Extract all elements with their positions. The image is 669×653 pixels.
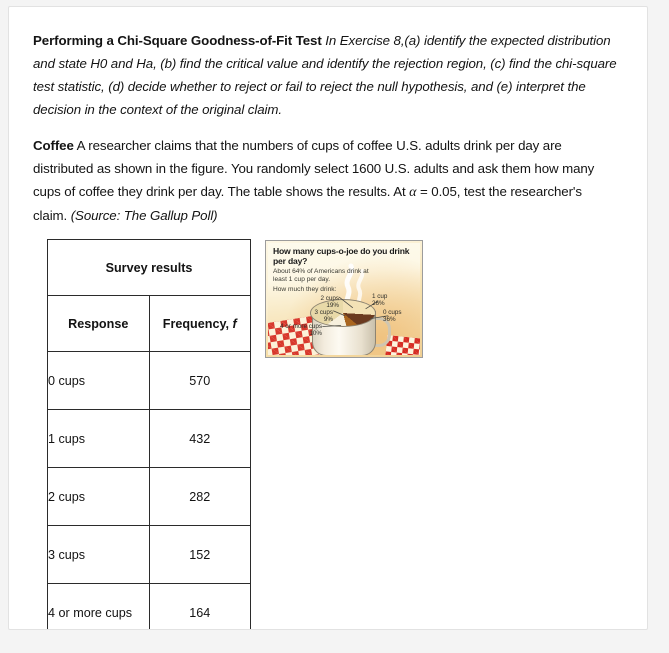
cell-frequency-3: 152 [148,525,251,584]
pie-label-2-cups: 2 cups 19% [295,295,339,310]
coffee-problem-lead: Coffee [33,138,74,153]
pie-label-3-cups: 3 cups 9% [289,309,333,324]
coffee-problem-paragraph: Coffee A researcher claims that the numb… [33,134,608,227]
table-title-row: Survey results [47,239,251,296]
infographic-inner: How many cups-o-joe do you drink per day… [268,243,420,355]
pie-label-0-cups-value: 36% [383,316,396,324]
column-header-frequency-text: Frequency, [162,316,233,331]
cell-response-3: 3 cups [47,525,150,584]
figure-row: Survey results Response Frequency, f 0 c… [33,239,633,629]
pie-label-1-cup-name: 1 cup [372,293,388,300]
pie-label-3-cups-name: 3 cups [314,309,333,316]
coffee-problem-source: (Source: The Gallup Poll) [70,208,218,223]
infographic-prompt: How much they drink: [273,286,337,293]
survey-results-table: Survey results Response Frequency, f 0 c… [47,239,251,629]
table-row: 4 or more cups 164 [47,583,251,629]
survey-table-body: Survey results Response Frequency, f 0 c… [47,239,251,629]
table-row: 1 cups 432 [47,409,251,468]
cell-frequency-2: 282 [148,467,251,526]
pie-label-1-cup-value: 26% [372,300,385,308]
pie-label-1-cup: 1 cup 26% [372,293,412,308]
pie-label-4-or-more-cups: 4 or more cups 10% [270,323,322,338]
cell-response-0: 0 cups [47,351,150,410]
infographic-subtitle: About 64% of Americans drink at least 1 … [273,268,369,283]
document-page: Performing a Chi-Square Goodness-of-Fit … [8,6,648,630]
pie-label-4-or-more-cups-value: 10% [309,330,322,338]
survey-table-title: Survey results [47,239,251,296]
problem-content: Performing a Chi-Square Goodness-of-Fit … [33,29,633,629]
cell-frequency-4: 164 [148,583,251,629]
column-header-frequency: Frequency, f [148,295,251,352]
table-header-row: Response Frequency, f [47,295,251,352]
cell-response-4: 4 or more cups [47,583,150,629]
table-row: 0 cups 570 [47,351,251,410]
table-row: 2 cups 282 [47,467,251,526]
cell-frequency-1: 432 [148,409,251,468]
coffee-infographic: How many cups-o-joe do you drink per day… [265,240,423,358]
exercise-instructions-lead: Performing a Chi-Square Goodness-of-Fit … [33,33,322,48]
pie-label-0-cups: 0 cups 36% [383,309,420,324]
cell-response-2: 2 cups [47,467,150,526]
pie-label-2-cups-name: 2 cups [320,295,339,302]
pie-label-0-cups-name: 0 cups [383,309,402,316]
exercise-instructions-paragraph: Performing a Chi-Square Goodness-of-Fit … [33,29,629,121]
column-header-response: Response [47,295,150,352]
pie-label-4-or-more-cups-name: 4 or more cups [280,323,322,330]
table-row: 3 cups 152 [47,525,251,584]
cell-frequency-0: 570 [148,351,251,410]
frequency-symbol: f [232,316,237,331]
pie-label-3-cups-value: 9% [323,316,333,324]
infographic-title: How many cups-o-joe do you drink per day… [273,246,410,266]
cell-response-1: 1 cups [47,409,150,468]
